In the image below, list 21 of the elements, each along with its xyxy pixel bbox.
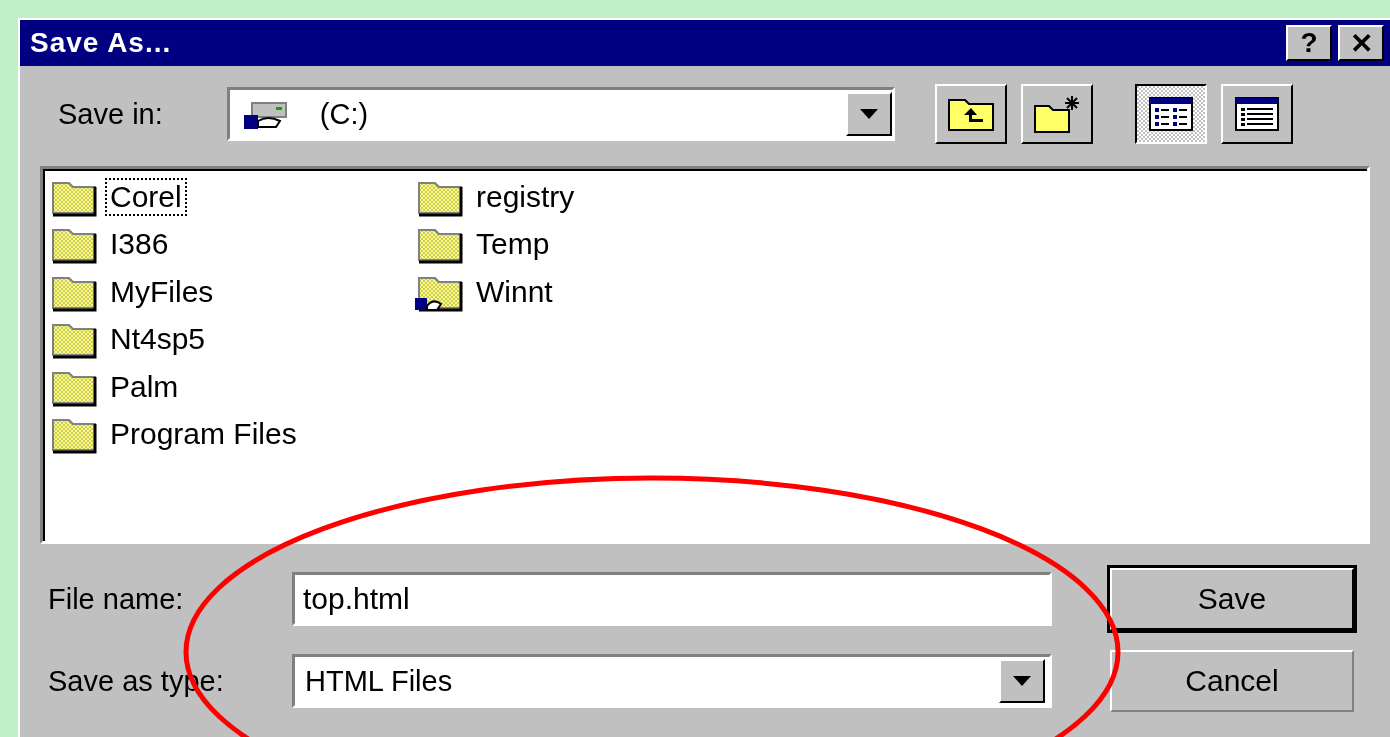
folder-item[interactable]: Winnt [471, 272, 558, 311]
folder-item[interactable]: Program Files [105, 415, 302, 453]
file-name-label: File name: [48, 582, 185, 616]
close-button[interactable]: ✕ [1338, 25, 1384, 61]
folder-item[interactable]: Corel [105, 177, 187, 216]
save-as-type-dropdown[interactable]: HTML Files [292, 654, 1052, 708]
help-button[interactable]: ? [1286, 25, 1332, 61]
save-button[interactable]: Save [1110, 568, 1354, 630]
cancel-button[interactable]: Cancel [1110, 650, 1354, 712]
folder-item[interactable]: Temp [471, 225, 555, 263]
folder-item[interactable]: Palm [105, 367, 184, 406]
save-in-dropdown[interactable]: (C:) [226, 87, 895, 141]
file-name-field[interactable]: top.html [292, 572, 1052, 626]
save-in-value: (C:) [319, 97, 370, 131]
save-as-type-value: HTML Files [305, 664, 454, 698]
window-title: Save As... [30, 27, 173, 59]
folder-item[interactable]: I386 [105, 225, 174, 263]
save-in-label: Save in: [58, 97, 163, 131]
folder-item[interactable]: Nt4sp5 [105, 320, 211, 358]
folder-item[interactable]: registry [471, 177, 580, 216]
folder-item[interactable]: MyFiles [105, 272, 219, 311]
